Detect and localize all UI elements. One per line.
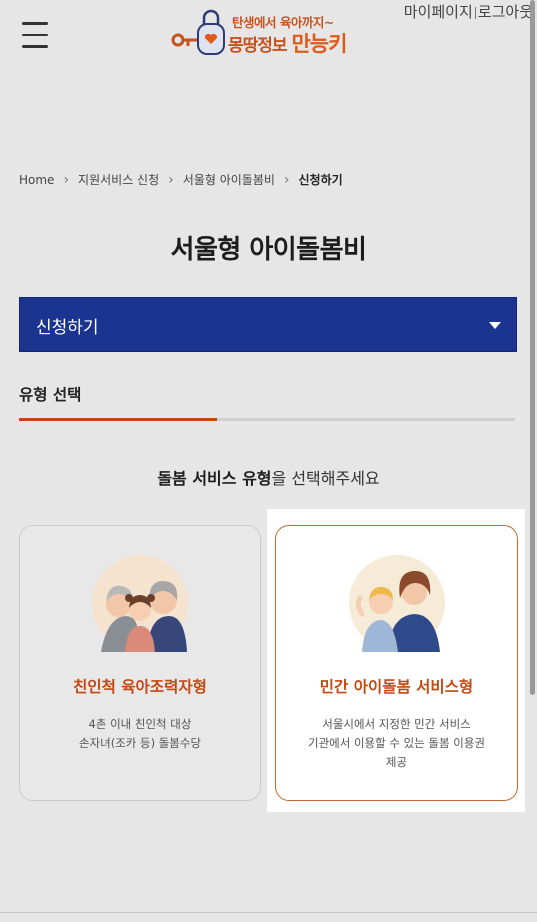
selection-prompt: 돌봄 서비스 유형을 선택해주세요: [0, 465, 537, 489]
mother-child-illustration: [348, 555, 445, 652]
menu-select-dropdown[interactable]: 신청하기: [19, 297, 517, 352]
prompt-emphasis: 돌봄 서비스 유형: [157, 469, 272, 488]
menu-icon[interactable]: [22, 22, 52, 50]
chevron-right-icon: ›: [168, 171, 174, 188]
card-title: 친인척 육아조력자형: [73, 678, 207, 696]
site-logo[interactable]: 탄생에서 육아까지~ 몽땅정보 만능키: [168, 6, 368, 62]
card-relative-helper[interactable]: 친인척 육아조력자형 4촌 이내 친인척 대상 손자녀(조카 등) 돌봄수당: [19, 525, 261, 801]
card-desc-line: 서울시에서 지정한 민간 서비스: [322, 717, 471, 731]
breadcrumb-home[interactable]: Home: [19, 173, 54, 187]
breadcrumb-support-apply[interactable]: 지원서비스 신청: [78, 171, 159, 188]
step-progress-fill: [19, 418, 218, 421]
breadcrumb-seoul-childcare[interactable]: 서울형 아이돌봄비: [183, 171, 275, 188]
breadcrumb: Home › 지원서비스 신청 › 서울형 아이돌봄비 › 신청하기: [19, 171, 343, 188]
card-desc-line: 기관에서 이용할 수 있는 돌봄 이용권: [308, 736, 485, 750]
chevron-right-icon: ›: [63, 171, 70, 188]
card-title: 민간 아이돌봄 서비스형: [319, 678, 474, 696]
util-divider: [474, 6, 476, 19]
chevron-right-icon: ›: [283, 171, 290, 188]
logo-name-prefix: 몽땅정보: [228, 36, 292, 56]
card-desc-line: 손자녀(조카 등) 돌봄수당: [78, 736, 202, 750]
card-desc-line: 4촌 이내 친인척 대상: [88, 717, 192, 731]
caret-down-icon: [489, 322, 501, 329]
step-label: 유형 선택: [19, 386, 82, 404]
footer-divider: [0, 912, 537, 913]
grandparents-child-illustration: [92, 555, 188, 652]
logout-link[interactable]: 로그아웃: [478, 3, 533, 21]
step-progress-bar: [19, 418, 515, 421]
breadcrumb-current: 신청하기: [298, 173, 343, 187]
logo-name: 몽땅정보 만능키: [228, 28, 347, 58]
logo-name-emphasis: 만능키: [291, 32, 347, 56]
card-description: 서울시에서 지정한 민간 서비스 기관에서 이용할 수 있는 돌봄 이용권 제공: [276, 715, 517, 772]
scrollbar[interactable]: [530, 0, 535, 695]
card-description: 4촌 이내 친인척 대상 손자녀(조카 등) 돌봄수당: [20, 715, 260, 753]
header: 탄생에서 육아까지~ 몽땅정보 만능키 마이페이지 로그아웃: [0, 0, 537, 80]
select-value: 신청하기: [36, 318, 99, 338]
card-desc-line: 제공: [385, 755, 408, 769]
mypage-link[interactable]: 마이페이지: [404, 3, 473, 21]
page-title: 서울형 아이돌봄비: [170, 235, 367, 265]
card-private-childcare[interactable]: 민간 아이돌봄 서비스형 서울시에서 지정한 민간 서비스 기관에서 이용할 수…: [275, 525, 518, 801]
prompt-rest: 을 선택해주세요: [271, 469, 380, 488]
utility-links: 마이페이지 로그아웃: [404, 1, 533, 22]
